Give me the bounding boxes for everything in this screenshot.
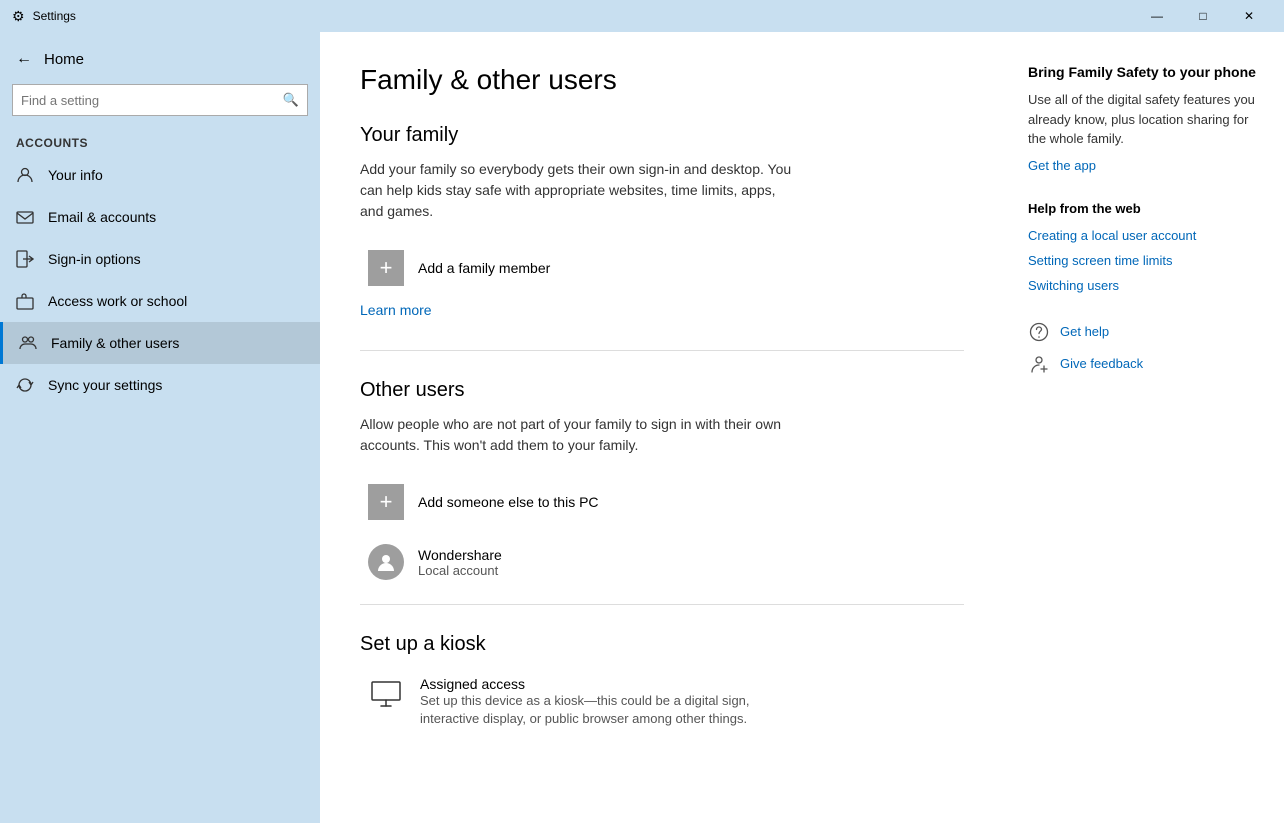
other-users-title: Other users xyxy=(360,379,964,402)
settings-icon: ⚙ xyxy=(12,8,25,25)
sidebar-home-button[interactable]: ← Home xyxy=(0,40,320,78)
setting-screen-time-link[interactable]: Setting screen time limits xyxy=(1028,253,1260,268)
get-help-button[interactable]: Get help xyxy=(1028,321,1260,343)
titlebar-controls: — □ ✕ xyxy=(1134,0,1272,32)
kiosk-text: Assigned access Set up this device as a … xyxy=(420,676,800,728)
sidebar-section-label: Accounts xyxy=(0,128,320,154)
switching-users-label: Switching users xyxy=(1028,278,1119,293)
switching-users-link[interactable]: Switching users xyxy=(1028,278,1260,293)
bring-family-title: Bring Family Safety to your phone xyxy=(1028,64,1260,80)
give-feedback-button[interactable]: Give feedback xyxy=(1028,353,1260,375)
get-app-link[interactable]: Get the app xyxy=(1028,158,1096,173)
section-divider-2 xyxy=(360,604,964,605)
signin-icon xyxy=(16,250,34,268)
add-other-plus-icon: + xyxy=(368,484,404,520)
add-family-member-label: Add a family member xyxy=(418,260,550,276)
add-someone-else-label: Add someone else to this PC xyxy=(418,494,599,510)
user-avatar xyxy=(368,544,404,580)
help-from-web-title: Help from the web xyxy=(1028,201,1260,216)
sidebar-search-container: 🔍 xyxy=(12,84,308,116)
close-button[interactable]: ✕ xyxy=(1226,0,1272,32)
page-title: Family & other users xyxy=(360,64,964,96)
right-panel: Bring Family Safety to your phone Use al… xyxy=(1004,32,1284,823)
minimize-button[interactable]: — xyxy=(1134,0,1180,32)
add-someone-else-button[interactable]: + Add someone else to this PC xyxy=(360,476,964,528)
maximize-button[interactable]: □ xyxy=(1180,0,1226,32)
email-icon xyxy=(16,208,34,226)
get-help-icon xyxy=(1028,321,1050,343)
assigned-access-button[interactable]: Assigned access Set up this device as a … xyxy=(360,668,964,736)
app-body: ← Home 🔍 Accounts Your info Email & acco… xyxy=(0,32,1284,823)
sidebar-item-sync-your-settings[interactable]: Sync your settings xyxy=(0,364,320,406)
get-help-label: Get help xyxy=(1060,324,1109,339)
sidebar-label-your-info: Your info xyxy=(48,167,103,183)
sidebar-label-access-work-school: Access work or school xyxy=(48,293,187,309)
sidebar-label-sync-your-settings: Sync your settings xyxy=(48,377,162,393)
add-family-plus-icon: + xyxy=(368,250,404,286)
section-divider-1 xyxy=(360,350,964,351)
titlebar-left: ⚙ Settings xyxy=(12,8,76,25)
briefcase-icon xyxy=(16,292,34,310)
kiosk-assigned-access-title: Assigned access xyxy=(420,676,800,692)
user-type: Local account xyxy=(418,563,502,578)
learn-more-link[interactable]: Learn more xyxy=(360,302,432,318)
sidebar-item-your-info[interactable]: Your info xyxy=(0,154,320,196)
search-input[interactable] xyxy=(21,93,283,108)
sidebar-home-label: Home xyxy=(44,51,84,68)
main-content: Family & other users Your family Add you… xyxy=(320,32,1004,823)
sidebar-item-family-other-users[interactable]: Family & other users xyxy=(0,322,320,364)
give-feedback-label: Give feedback xyxy=(1060,356,1143,371)
creating-local-user-link[interactable]: Creating a local user account xyxy=(1028,228,1260,243)
kiosk-title: Set up a kiosk xyxy=(360,633,964,656)
sidebar-item-email-accounts[interactable]: Email & accounts xyxy=(0,196,320,238)
sidebar: ← Home 🔍 Accounts Your info Email & acco… xyxy=(0,32,320,823)
help-section: Get help Give feedback xyxy=(1028,321,1260,375)
your-family-title: Your family xyxy=(360,124,964,147)
content-area: Family & other users Your family Add you… xyxy=(320,32,1284,823)
sidebar-label-family-other-users: Family & other users xyxy=(51,335,179,351)
person-icon xyxy=(16,166,34,184)
bring-family-desc: Use all of the digital safety features y… xyxy=(1028,90,1260,149)
setting-screen-time-label: Setting screen time limits xyxy=(1028,253,1173,268)
your-family-description: Add your family so everybody gets their … xyxy=(360,159,800,222)
add-family-member-button[interactable]: + Add a family member xyxy=(360,242,964,294)
user-name: Wondershare xyxy=(418,547,502,563)
user-list-item[interactable]: Wondershare Local account xyxy=(360,536,964,588)
other-users-description: Allow people who are not part of your fa… xyxy=(360,414,800,456)
back-icon: ← xyxy=(16,50,32,68)
kiosk-assigned-access-desc: Set up this device as a kiosk—this could… xyxy=(420,692,800,728)
sidebar-label-email-accounts: Email & accounts xyxy=(48,209,156,225)
titlebar-title: Settings xyxy=(33,9,76,23)
sidebar-label-sign-in-options: Sign-in options xyxy=(48,251,141,267)
sync-icon xyxy=(16,376,34,394)
creating-local-user-label: Creating a local user account xyxy=(1028,228,1196,243)
titlebar: ⚙ Settings — □ ✕ xyxy=(0,0,1284,32)
sidebar-item-access-work-school[interactable]: Access work or school xyxy=(0,280,320,322)
search-icon: 🔍 xyxy=(283,92,299,108)
kiosk-monitor-icon xyxy=(368,676,404,712)
sidebar-item-sign-in-options[interactable]: Sign-in options xyxy=(0,238,320,280)
user-info: Wondershare Local account xyxy=(418,547,502,578)
family-icon xyxy=(19,334,37,352)
give-feedback-icon xyxy=(1028,353,1050,375)
